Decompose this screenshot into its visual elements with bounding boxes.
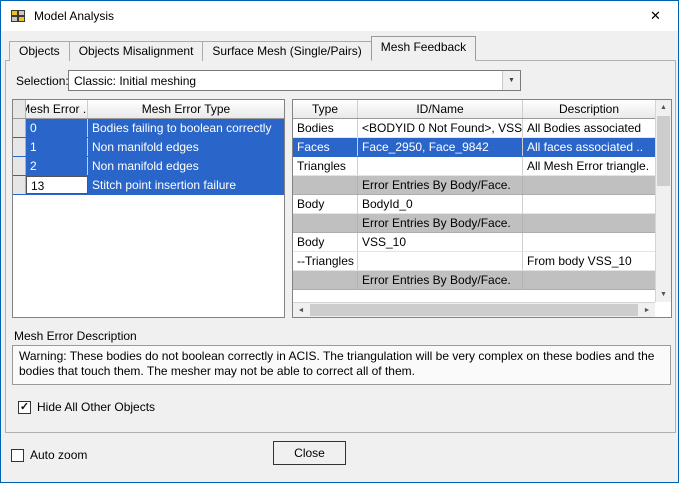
chevron-down-icon[interactable]: ▼	[502, 71, 520, 90]
mesh-error-detail-table: Type ID/Name Description Bodies <BODYID …	[292, 99, 672, 318]
checkbox-empty-icon	[11, 448, 24, 462]
selection-dropdown[interactable]: Classic: Initial meshing ▼	[68, 70, 521, 91]
table-row[interactable]: Faces Face_2950, Face_9842 All faces ass…	[293, 138, 655, 157]
auto-zoom-checkbox[interactable]: Auto zoom	[11, 448, 87, 462]
title-bar: Model Analysis ✕	[1, 1, 678, 31]
mesh-error-description-label: Mesh Error Description	[14, 329, 137, 343]
table-row[interactable]: --Triangles From body VSS_10	[293, 252, 655, 271]
detail-table-header: Type ID/Name Description	[293, 100, 655, 119]
horizontal-scroll-thumb[interactable]	[310, 304, 638, 316]
table-row[interactable]: 0 Bodies failing to boolean correctly	[13, 119, 284, 138]
table-row[interactable]: 1 Non manifold edges	[13, 138, 284, 157]
auto-zoom-label: Auto zoom	[30, 448, 88, 462]
tab-objects-misalignment[interactable]: Objects Misalignment	[68, 41, 204, 61]
mesh-error-description-text: Warning: These bodies do not boolean cor…	[12, 345, 671, 385]
vertical-scrollbar[interactable]: ▲ ▼	[655, 100, 671, 302]
scroll-left-icon[interactable]: ◄	[293, 303, 309, 317]
app-icon	[11, 10, 25, 22]
table-row-band[interactable]: Error Entries By Body/Face.	[293, 214, 655, 233]
scroll-down-icon[interactable]: ▼	[656, 287, 671, 302]
col-description[interactable]: Description	[523, 100, 655, 118]
focused-cell[interactable]: 13	[26, 176, 88, 194]
table-row[interactable]: Body VSS_10	[293, 233, 655, 252]
col-id-name[interactable]: ID/Name	[358, 100, 523, 118]
selection-label: Selection:	[16, 74, 69, 88]
table-row[interactable]: Triangles All Mesh Error triangle.	[293, 157, 655, 176]
vertical-scroll-thumb[interactable]	[657, 116, 670, 186]
table-row-band[interactable]: Error Entries By Body/Face.	[293, 271, 655, 290]
horizontal-scrollbar[interactable]: ◄ ►	[293, 302, 655, 317]
scroll-right-icon[interactable]: ►	[639, 303, 655, 317]
table-row[interactable]: 2 Non manifold edges	[13, 157, 284, 176]
tab-surface-mesh[interactable]: Surface Mesh (Single/Pairs)	[202, 41, 372, 61]
mesh-feedback-page: Selection: Classic: Initial meshing ▼ Me…	[5, 60, 676, 433]
close-button[interactable]: Close	[273, 441, 346, 465]
tab-objects[interactable]: Objects	[9, 41, 70, 61]
col-mesh-error-type[interactable]: Mesh Error Type	[88, 100, 284, 118]
table-row[interactable]: Body BodyId_0	[293, 195, 655, 214]
row-header-corner	[13, 100, 26, 118]
close-icon[interactable]: ✕	[633, 1, 678, 31]
table-row[interactable]: Bodies <BODYID 0 Not Found>, VSS_10,... …	[293, 119, 655, 138]
tab-mesh-feedback[interactable]: Mesh Feedback	[370, 36, 477, 61]
mesh-error-table: Mesh Error ... Mesh Error Type 0 Bodies …	[12, 99, 285, 318]
col-mesh-error-id[interactable]: Mesh Error ...	[26, 100, 88, 118]
hide-all-label: Hide All Other Objects	[37, 400, 156, 414]
model-analysis-dialog: Model Analysis ✕ Objects Objects Misalig…	[0, 0, 679, 483]
selection-value: Classic: Initial meshing	[74, 73, 197, 88]
table-row[interactable]: 13 Stitch point insertion failure	[13, 176, 284, 195]
tab-strip: Objects Objects Misalignment Surface Mes…	[9, 36, 477, 61]
table-row-band[interactable]: Error Entries By Body/Face.	[293, 176, 655, 195]
col-type[interactable]: Type	[293, 100, 358, 118]
hide-all-other-objects-checkbox[interactable]: ✓ Hide All Other Objects	[18, 400, 155, 414]
scroll-up-icon[interactable]: ▲	[656, 100, 671, 115]
mesh-error-table-header: Mesh Error ... Mesh Error Type	[13, 100, 284, 119]
window-title: Model Analysis	[34, 9, 115, 23]
checkbox-check-icon: ✓	[18, 400, 31, 414]
